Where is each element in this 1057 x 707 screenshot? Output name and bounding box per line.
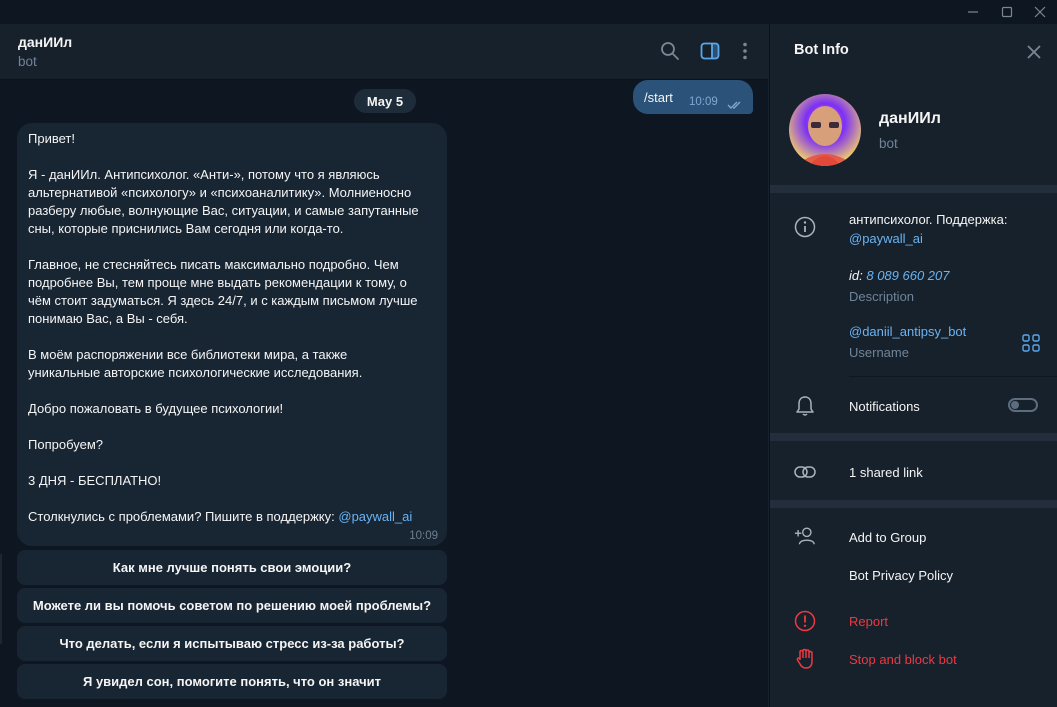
message-line: подробнее Вы, тем проще мне выдать реком… bbox=[28, 275, 407, 290]
keyboard-button[interactable]: Что делать, если я испытываю стресс из-з… bbox=[17, 626, 447, 661]
more-vertical-icon[interactable] bbox=[733, 39, 757, 63]
maximize-icon[interactable] bbox=[990, 0, 1024, 24]
section-divider bbox=[770, 185, 1057, 193]
message-text: /start bbox=[644, 90, 673, 105]
message-line: разберу любые, волнующие Вас, ситуации, … bbox=[28, 203, 419, 218]
message-line: понимаю Вас, а Вы - себя. bbox=[28, 311, 188, 326]
notifications-toggle[interactable] bbox=[1008, 398, 1038, 412]
stop-and-block-button[interactable]: Stop and block bot bbox=[849, 652, 957, 667]
qr-code-icon[interactable] bbox=[1020, 332, 1042, 354]
keyboard-button[interactable]: Можете ли вы помочь советом по решению м… bbox=[17, 588, 447, 623]
add-user-icon bbox=[794, 525, 816, 547]
divider-line bbox=[849, 376, 1057, 377]
description-text: антипсихолог. Поддержка: bbox=[849, 212, 1008, 227]
message-text: Столкнулись с проблемами? Пишите в подде… bbox=[28, 509, 339, 524]
panel-title: Bot Info bbox=[794, 42, 849, 58]
message-line: чём стоит задуматься. Я здесь 24/7, и с … bbox=[28, 293, 418, 308]
message-time: 10:09 bbox=[409, 530, 438, 542]
message-line: Привет! bbox=[28, 131, 75, 146]
chat-header[interactable]: данИИл bot bbox=[0, 24, 768, 80]
message-time: 10:09 bbox=[689, 96, 718, 108]
message-line: В моём распоряжении все библиотеки мира,… bbox=[28, 347, 348, 362]
bell-icon bbox=[794, 395, 816, 417]
id-label: id: bbox=[849, 268, 863, 283]
link-icon bbox=[794, 461, 816, 483]
window-titlebar bbox=[0, 0, 1057, 24]
report-button[interactable]: Report bbox=[849, 614, 888, 629]
chat-area: данИИл bot May 5 /start 10:09 Привет! Я … bbox=[0, 24, 768, 707]
avatar[interactable] bbox=[789, 94, 861, 166]
keyboard-button[interactable]: Я увидел сон, помогите понять, что он зн… bbox=[17, 664, 447, 699]
message-line: 3 ДНЯ - БЕСПЛАТНО! bbox=[28, 473, 162, 488]
hand-stop-icon bbox=[794, 648, 816, 670]
description-link[interactable]: @paywall_ai bbox=[849, 231, 923, 246]
chat-title: данИИл bbox=[18, 34, 73, 50]
message-line: Попробуем? bbox=[28, 437, 103, 452]
outgoing-message[interactable]: /start 10:09 bbox=[633, 80, 753, 114]
close-icon[interactable] bbox=[1024, 42, 1044, 62]
bot-subtitle: bot bbox=[879, 136, 898, 151]
info-icon bbox=[794, 216, 816, 238]
username-caption: Username bbox=[849, 345, 909, 360]
section-divider bbox=[770, 500, 1057, 508]
bot-id[interactable]: id: 8 089 660 207 bbox=[849, 268, 950, 283]
incoming-message[interactable]: Привет! Я - данИИл. Антипсихолог. «Анти-… bbox=[17, 123, 447, 546]
toggle-knob bbox=[1011, 401, 1019, 409]
scroll-edge bbox=[0, 554, 2, 644]
message-line: уникальные авторские психологические исс… bbox=[28, 365, 363, 380]
bot-name: данИИл bbox=[879, 110, 941, 127]
message-line: Добро пожаловать в будущее психологии! bbox=[28, 401, 284, 416]
bot-info-panel: Bot Info данИИл bot антипсихолог. Поддер… bbox=[769, 24, 1057, 707]
message-line: Я - данИИл. Антипсихолог. «Анти-», потом… bbox=[28, 167, 380, 182]
date-separator: May 5 bbox=[354, 89, 416, 113]
search-icon[interactable] bbox=[658, 39, 682, 63]
add-to-group[interactable]: Add to Group bbox=[849, 530, 926, 545]
keyboard-button[interactable]: Как мне лучше понять свои эмоции? bbox=[17, 550, 447, 585]
message-line: альтернативой «психологу» и «психоаналит… bbox=[28, 185, 412, 200]
message-line: Столкнулись с проблемами? Пишите в подде… bbox=[28, 509, 412, 524]
username-link[interactable]: @daniil_antipsy_bot bbox=[849, 324, 966, 339]
sidebar-toggle-icon[interactable] bbox=[698, 39, 722, 63]
message-line: Главное, не стесняйтесь писать максималь… bbox=[28, 257, 399, 272]
chat-subtitle: bot bbox=[18, 54, 37, 69]
message-line: сны, которые приснились Вам сегодня или … bbox=[28, 221, 344, 236]
minimize-icon[interactable] bbox=[956, 0, 990, 24]
id-value: 8 089 660 207 bbox=[866, 268, 950, 283]
double-check-icon bbox=[727, 97, 745, 115]
notifications-label: Notifications bbox=[849, 399, 920, 414]
bot-privacy-policy[interactable]: Bot Privacy Policy bbox=[849, 568, 953, 583]
report-icon bbox=[794, 610, 816, 632]
description-caption: Description bbox=[849, 289, 915, 304]
close-icon[interactable] bbox=[1023, 0, 1057, 24]
support-link[interactable]: @paywall_ai bbox=[338, 509, 412, 524]
section-divider bbox=[770, 433, 1057, 441]
shared-links[interactable]: 1 shared link bbox=[849, 465, 923, 480]
